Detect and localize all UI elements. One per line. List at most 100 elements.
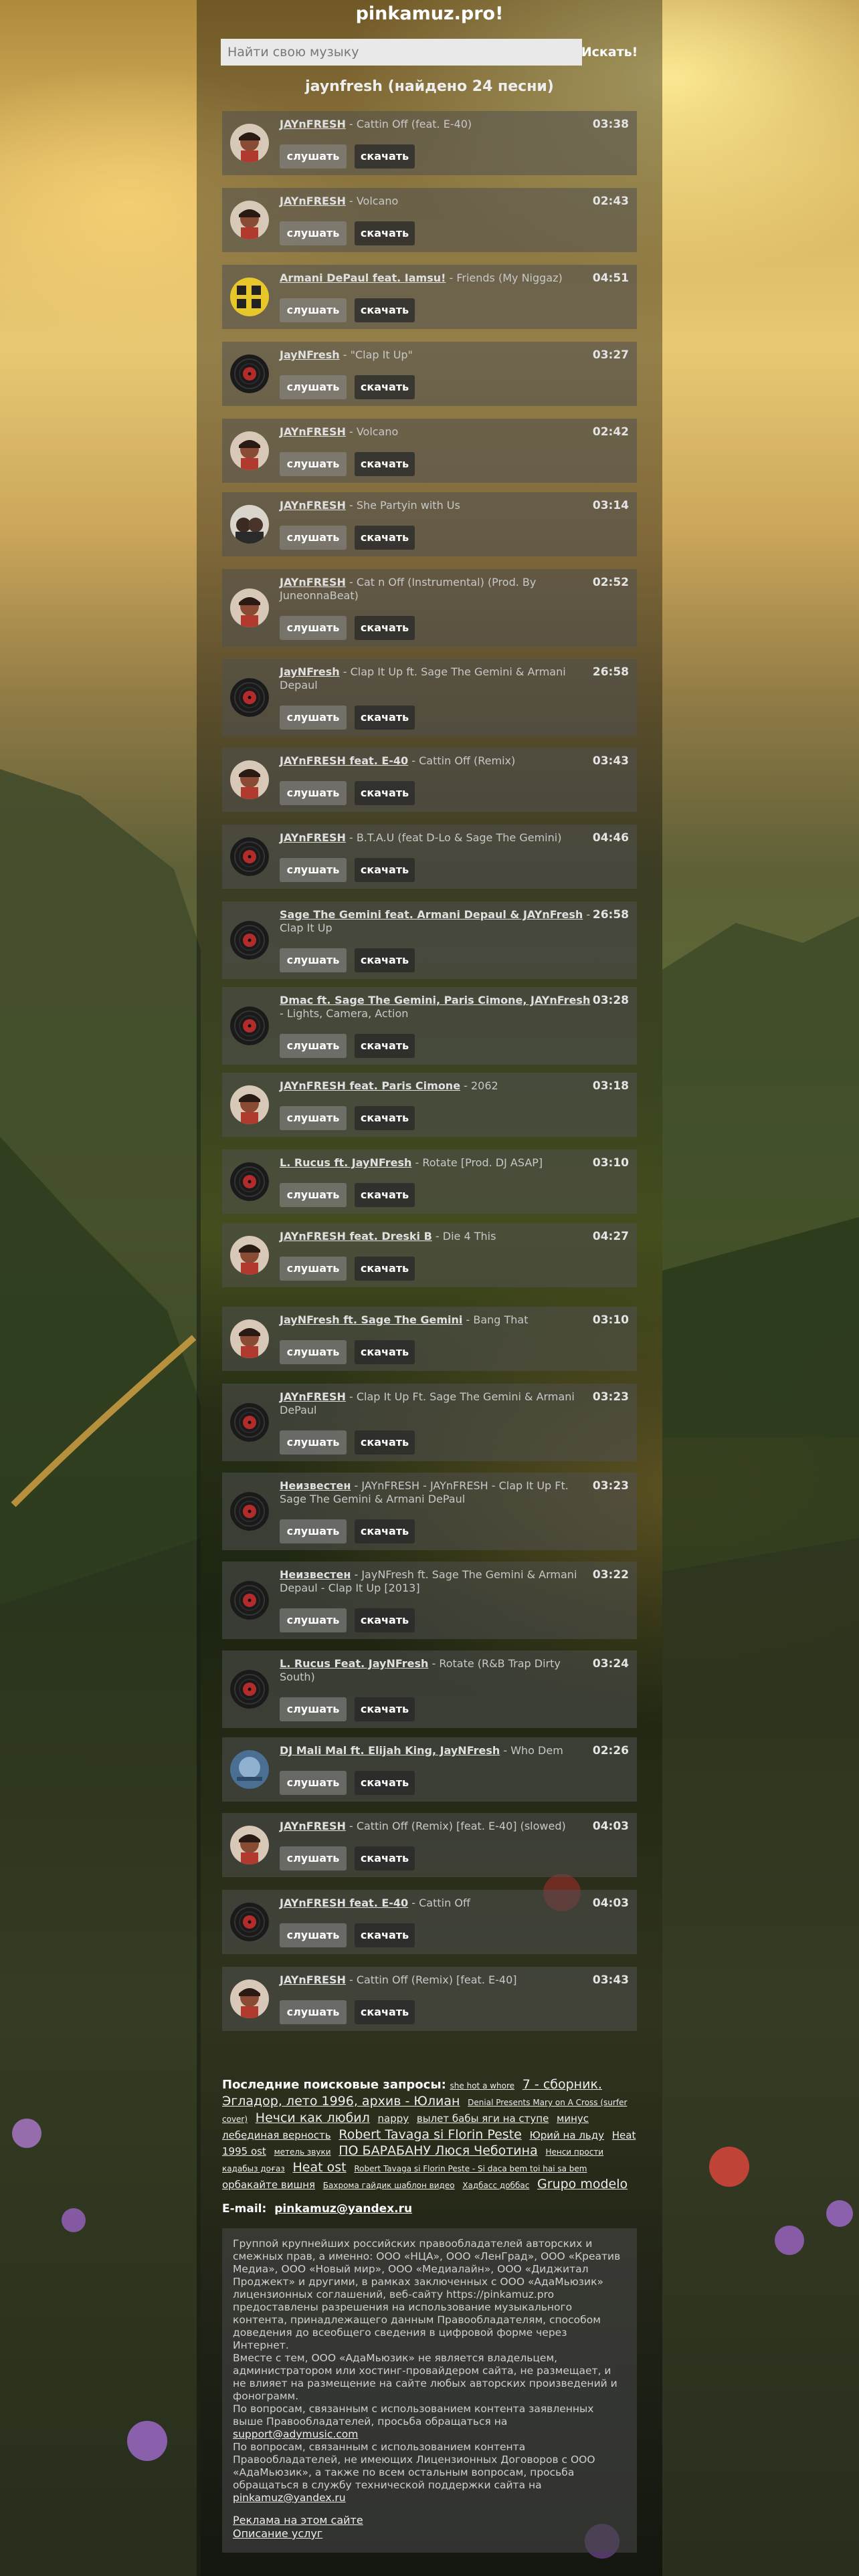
listen-button[interactable]: слушать [280,2000,347,2024]
download-button[interactable]: скачать [355,298,415,322]
download-button[interactable]: скачать [355,1257,415,1281]
listen-button[interactable]: слушать [280,1340,347,1364]
track-artist-link[interactable]: JAYnFRESH [280,576,346,588]
recent-search-link[interactable]: Heat ost [293,2160,347,2175]
track-artist-link[interactable]: JAYnFRESH feat. E-40 [280,754,408,767]
track-artist-link[interactable]: JAYnFRESH [280,831,346,844]
download-button[interactable]: скачать [355,452,415,476]
track-artist-link[interactable]: Неизвестен [280,1568,351,1581]
listen-button[interactable]: слушать [280,781,347,805]
recent-search-link[interactable]: Robert Tavaga si Florin Peste [339,2127,522,2142]
track-artist-link[interactable]: JAYnFRESH [280,118,346,130]
listen-button[interactable]: слушать [280,1697,347,1721]
recent-search-link[interactable]: метель звуки [274,2147,331,2157]
listen-button[interactable]: слушать [280,706,347,730]
search-button[interactable]: Искать! [579,39,640,66]
recent-search-link[interactable]: кадабыз доғаз [222,2164,285,2173]
recent-search-link[interactable]: Юрий на льду [530,2129,604,2141]
listen-button[interactable]: слушать [280,858,347,882]
listen-button[interactable]: слушать [280,1608,347,1632]
recent-search-link[interactable]: nappy [378,2113,409,2125]
download-button[interactable]: скачать [355,1106,415,1130]
email-link[interactable]: pinkamuz@yandex.ru [274,2202,412,2216]
track-artist-link[interactable]: JAYnFRESH feat. E-40 [280,1897,408,1909]
track-artist-link[interactable]: Sage The Gemini feat. Armani Depaul & JA… [280,908,583,921]
download-button[interactable]: скачать [355,375,415,399]
download-button[interactable]: скачать [355,858,415,882]
recent-search-link[interactable]: Бахрома гайдик шаблон видео [323,2181,455,2190]
listen-button[interactable]: слушать [280,948,347,972]
download-button[interactable]: скачать [355,2000,415,2024]
listen-button[interactable]: слушать [280,221,347,245]
listen-button[interactable]: слушать [280,1257,347,1281]
listen-button[interactable]: слушать [280,1846,347,1870]
recent-search-link[interactable]: орбакайте вишня [222,2179,315,2191]
track-artist-link[interactable]: JayNFresh ft. Sage The Gemini [280,1313,462,1326]
track-artist-link[interactable]: JAYnFRESH [280,425,346,438]
download-button[interactable]: скачать [355,1771,415,1795]
download-button[interactable]: скачать [355,616,415,640]
track-artist-link[interactable]: JayNFresh [280,665,340,678]
download-button[interactable]: скачать [355,1430,415,1455]
recent-search-link[interactable]: Хадбасс доббас [462,2181,529,2190]
search-input[interactable] [221,39,582,66]
recent-search-link[interactable]: ПО БАРАБАНУ Люся Чеботина [339,2143,537,2158]
listen-button[interactable]: слушать [280,1519,347,1543]
track-artist-link[interactable]: JAYnFRESH [280,1390,346,1403]
track-info: Неизвестен - JayNFresh ft. Sage The Gemi… [280,1568,594,1595]
track-artist-link[interactable]: Dmac ft. Sage The Gemini, Paris Cimone, … [280,994,590,1006]
recent-search-link[interactable]: Grupo modelo [537,2177,628,2191]
track-artist-link[interactable]: Armani DePaul feat. Iamsu! [280,272,446,284]
download-button[interactable]: скачать [355,221,415,245]
track-artist-link[interactable]: Неизвестен [280,1479,351,1492]
download-button[interactable]: скачать [355,1608,415,1632]
site-email-link[interactable]: pinkamuz@yandex.ru [233,2492,346,2504]
listen-button[interactable]: слушать [280,375,347,399]
ads-link[interactable]: Реклама на этом сайте [233,2514,626,2527]
support-email-link[interactable]: support@adymusic.com [233,2428,358,2440]
download-button[interactable]: скачать [355,948,415,972]
track-cover-icon [230,1670,269,1709]
recent-search-link[interactable]: вылет бабы яги на ступе [417,2113,549,2125]
listen-button[interactable]: слушать [280,1183,347,1207]
track-item: Dmac ft. Sage The Gemini, Paris Cimone, … [222,987,637,1065]
track-artist-link[interactable]: JAYnFRESH feat. Paris Cimone [280,1079,460,1092]
download-button[interactable]: скачать [355,781,415,805]
listen-button[interactable]: слушать [280,1923,347,1947]
download-button[interactable]: скачать [355,1519,415,1543]
download-button[interactable]: скачать [355,706,415,730]
recent-search-link[interactable]: Нечси как любил [256,2111,370,2125]
listen-button[interactable]: слушать [280,1771,347,1795]
download-button[interactable]: скачать [355,1923,415,1947]
listen-button[interactable]: слушать [280,298,347,322]
track-info: JayNFresh - "Clap It Up" [280,348,594,362]
track-artist-link[interactable]: L. Rucus Feat. JayNFresh [280,1657,428,1670]
download-button[interactable]: скачать [355,1034,415,1058]
recent-search-link[interactable]: she hot a whore [450,2081,515,2090]
track-artist-link[interactable]: DJ Mali Mal ft. Elijah King, JayNFresh [280,1744,500,1757]
track-artist-link[interactable]: JAYnFRESH [280,1973,346,1986]
listen-button[interactable]: слушать [280,1106,347,1130]
track-artist-link[interactable]: JAYnFRESH [280,195,346,207]
listen-button[interactable]: слушать [280,526,347,550]
download-button[interactable]: скачать [355,144,415,169]
track-artist-link[interactable]: JAYnFRESH [280,499,346,512]
listen-button[interactable]: слушать [280,1430,347,1455]
site-title[interactable]: pinkamuz.pro! [197,3,662,24]
download-button[interactable]: скачать [355,1697,415,1721]
listen-button[interactable]: слушать [280,616,347,640]
listen-button[interactable]: слушать [280,144,347,169]
download-button[interactable]: скачать [355,1846,415,1870]
listen-button[interactable]: слушать [280,452,347,476]
listen-button[interactable]: слушать [280,1034,347,1058]
services-link[interactable]: Описание услуг [233,2527,626,2541]
track-artist-link[interactable]: JAYnFRESH feat. Dreski B [280,1230,432,1243]
track-artist-link[interactable]: JayNFresh [280,348,340,361]
recent-search-link[interactable]: Robert Tavaga si Florin Peste - Si daca … [354,2164,587,2173]
download-button[interactable]: скачать [355,526,415,550]
recent-search-link[interactable]: Ненси прости [545,2147,603,2157]
download-button[interactable]: скачать [355,1183,415,1207]
track-artist-link[interactable]: L. Rucus ft. JayNFresh [280,1156,411,1169]
track-artist-link[interactable]: JAYnFRESH [280,1820,346,1832]
download-button[interactable]: скачать [355,1340,415,1364]
